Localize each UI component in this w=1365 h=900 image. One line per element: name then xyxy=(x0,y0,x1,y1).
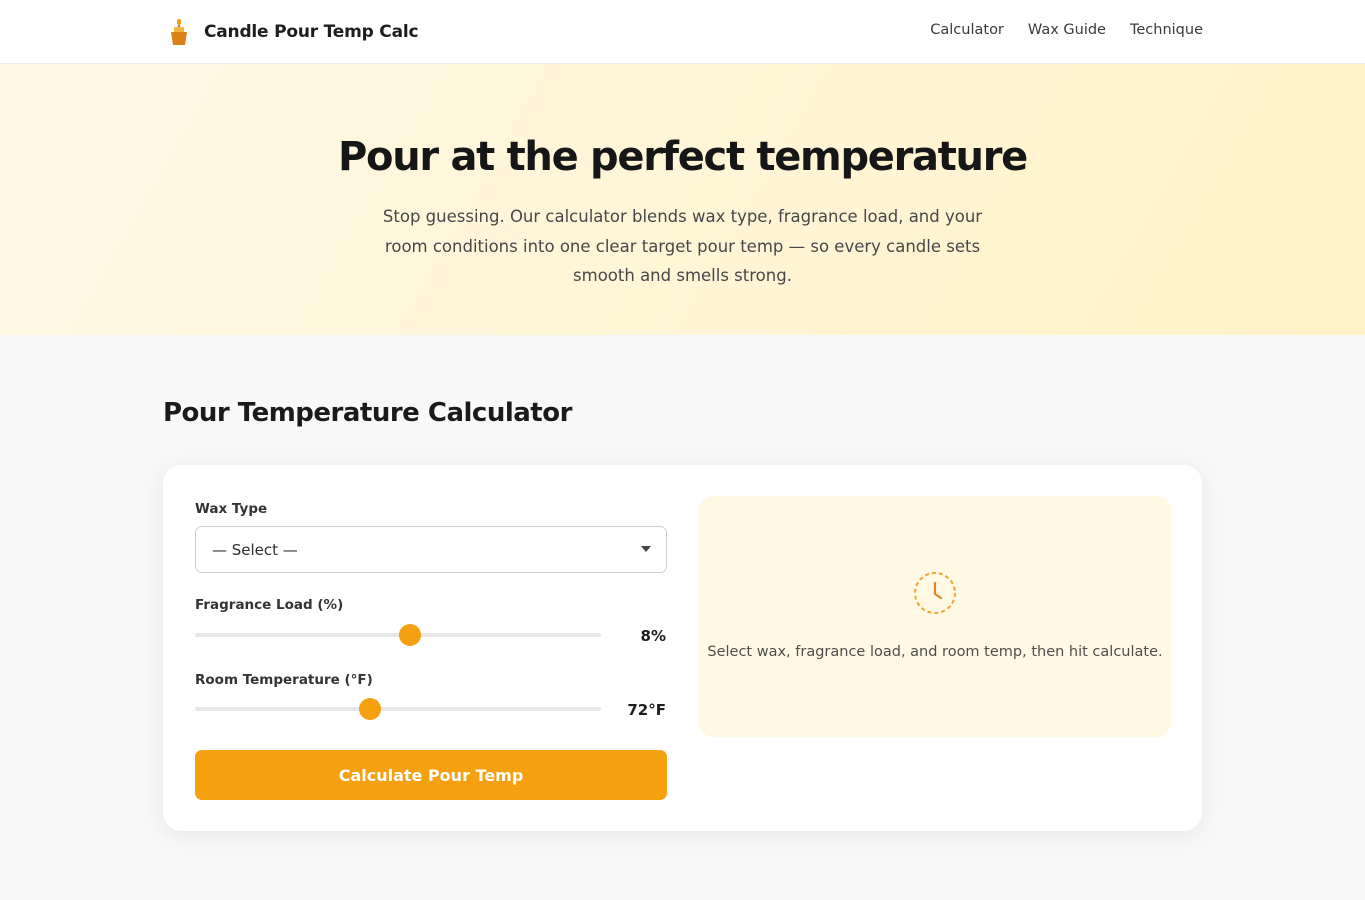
calculator-section: Pour Temperature Calculator Wax Type — S… xyxy=(0,335,1365,900)
slider-track xyxy=(195,633,601,637)
wax-type-label: Wax Type xyxy=(195,501,268,517)
fragrance-load-label: Fragrance Load (%) xyxy=(195,597,344,613)
calculate-button[interactable]: Calculate Pour Temp xyxy=(195,750,667,800)
slider-track xyxy=(195,707,601,711)
room-temp-value: 72°F xyxy=(627,701,666,719)
brand[interactable]: Candle Pour Temp Calc xyxy=(168,18,419,46)
fragrance-load-slider[interactable] xyxy=(195,624,601,646)
nav-wax-guide[interactable]: Wax Guide xyxy=(1028,22,1106,38)
room-temp-slider[interactable] xyxy=(195,698,601,720)
slider-thumb[interactable] xyxy=(399,624,421,646)
calculator-title: Pour Temperature Calculator xyxy=(163,398,572,428)
hero: Pour at the perfect temperature Stop gue… xyxy=(0,64,1365,335)
clock-icon xyxy=(914,572,956,614)
main-nav: Calculator Wax Guide Technique xyxy=(930,22,1203,38)
chevron-down-icon xyxy=(641,546,651,552)
hero-title: Pour at the perfect temperature xyxy=(338,134,1028,180)
result-placeholder: Select wax, fragrance load, and room tem… xyxy=(707,644,1163,660)
brand-name: Candle Pour Temp Calc xyxy=(204,22,419,42)
wax-type-select[interactable]: — Select — xyxy=(195,526,667,573)
wax-type-selected: — Select — xyxy=(212,541,298,559)
room-temp-label: Room Temperature (°F) xyxy=(195,672,373,688)
nav-technique[interactable]: Technique xyxy=(1130,22,1203,38)
hero-subtitle: Stop guessing. Our calculator blends wax… xyxy=(382,207,983,285)
slider-thumb[interactable] xyxy=(359,698,381,720)
candle-icon xyxy=(171,19,187,45)
top-navbar: Candle Pour Temp Calc Calculator Wax Gui… xyxy=(0,0,1365,64)
calculator-card: Wax Type — Select — Fragrance Load (%) 8… xyxy=(163,465,1202,831)
nav-calculator[interactable]: Calculator xyxy=(930,22,1004,38)
result-panel: Select wax, fragrance load, and room tem… xyxy=(699,496,1171,737)
fragrance-load-value: 8% xyxy=(640,627,666,645)
